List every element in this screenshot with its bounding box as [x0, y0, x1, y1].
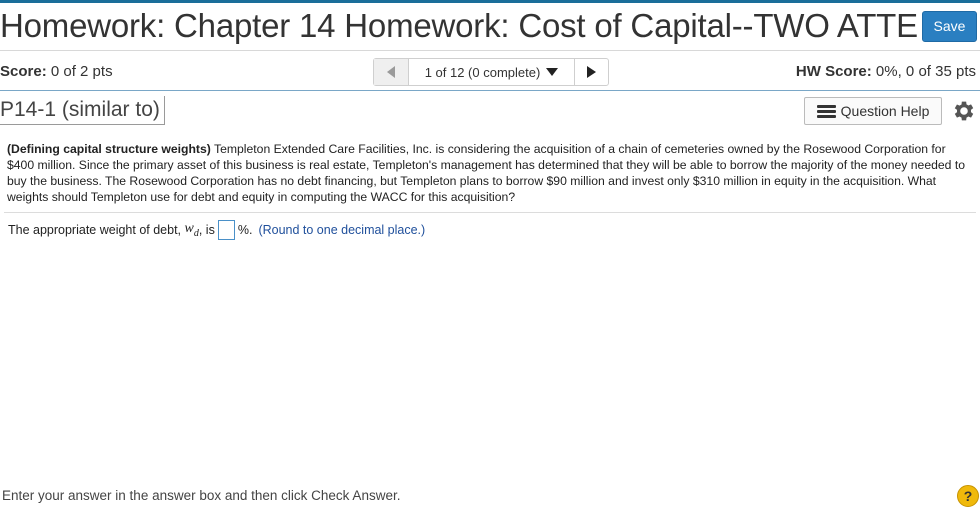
- divider: [0, 50, 980, 51]
- question-help-button[interactable]: Question Help: [804, 97, 942, 125]
- hw-score-label: HW Score:: [795, 63, 872, 80]
- answer-input[interactable]: [217, 220, 235, 240]
- question-select-dropdown[interactable]: 1 of 12 (0 complete): [409, 59, 575, 85]
- question-help-label: Question Help: [840, 103, 930, 119]
- question-position-label: 1 of 12 (0 complete): [424, 64, 541, 80]
- list-icon: [816, 104, 836, 118]
- answer-prompt: The appropriate weight of debt, wd , is …: [8, 220, 425, 240]
- score-value: 0 of 2 pts: [50, 63, 113, 80]
- question-title: (Defining capital structure weights): [7, 142, 211, 156]
- score-label: Score:: [0, 63, 47, 80]
- divider: [0, 90, 980, 91]
- question-navigator: 1 of 12 (0 complete): [373, 58, 609, 86]
- help-icon[interactable]: ?: [957, 485, 979, 507]
- question-id-bracket: [164, 96, 165, 125]
- chevron-left-icon: [387, 66, 395, 78]
- save-button[interactable]: Save: [922, 11, 977, 42]
- next-question-button[interactable]: [575, 59, 608, 85]
- answer-prompt-text: The appropriate weight of debt,: [8, 223, 182, 237]
- page-title: Homework: Chapter 14 Homework: Cost of C…: [0, 7, 920, 44]
- previous-question-button[interactable]: [374, 59, 409, 85]
- question-text: (Defining capital structure weights) Tem…: [7, 141, 967, 205]
- question-id-underline: [0, 124, 165, 125]
- top-accent-bar: [0, 0, 980, 3]
- score-display: Score: 0 of 2 pts: [0, 63, 113, 80]
- footer-instruction: Enter your answer in the answer box and …: [2, 488, 401, 503]
- divider: [4, 212, 976, 213]
- gear-icon[interactable]: [951, 98, 977, 124]
- answer-prompt-is: , is: [198, 223, 215, 237]
- chevron-right-icon: [587, 66, 596, 78]
- hw-score-value: 0%, 0 of 35 pts: [875, 63, 976, 80]
- weight-of-debt-symbol: wd: [184, 221, 199, 239]
- chevron-down-icon: [546, 68, 559, 76]
- question-id: P14-1 (similar to): [0, 98, 160, 121]
- hw-score-display: HW Score: 0%, 0 of 35 pts: [796, 63, 976, 80]
- answer-unit: %.: [237, 223, 253, 237]
- rounding-hint: (Round to one decimal place.): [258, 223, 426, 237]
